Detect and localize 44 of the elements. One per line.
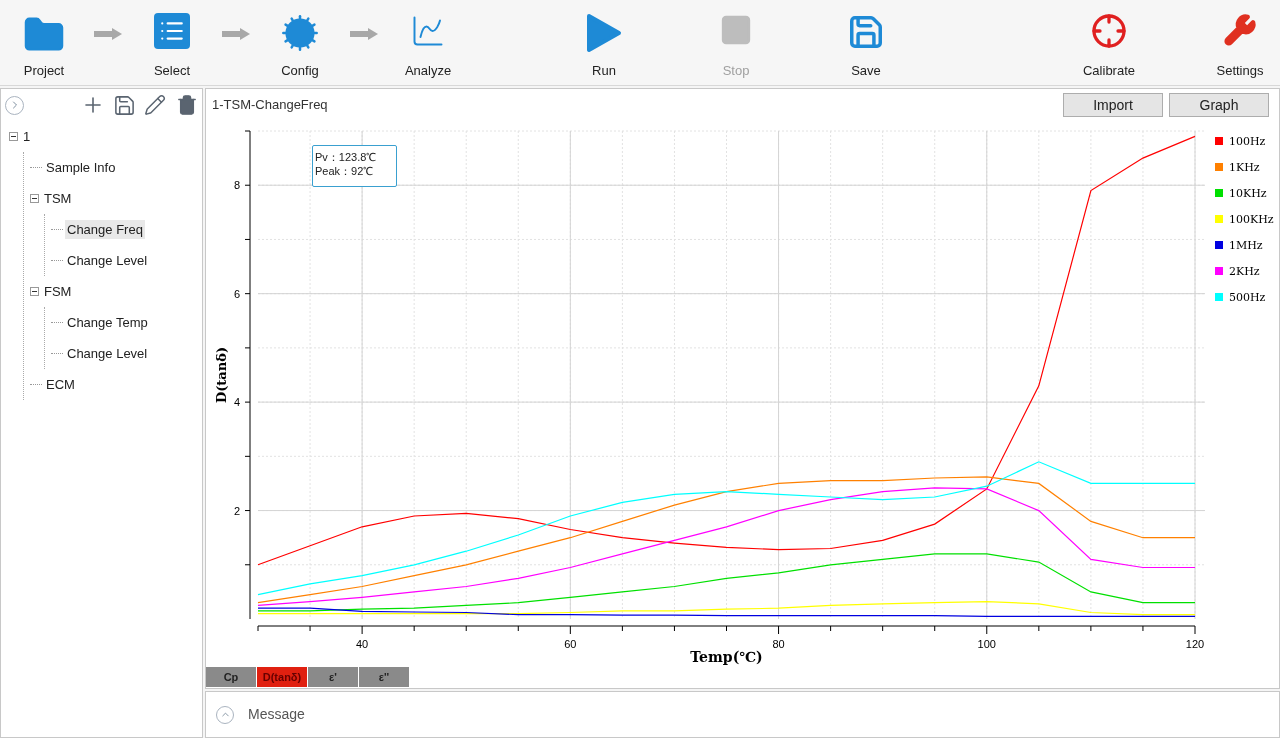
legend-label: 100Hz [1229, 135, 1266, 148]
chart-tab[interactable]: ε' [308, 667, 358, 687]
toolbar-button[interactable]: Config [274, 4, 326, 81]
readout-text: Pv：123.8℃ [315, 150, 378, 164]
tree-item[interactable]: TSM [42, 188, 74, 209]
axis-tick-label: 2 [233, 504, 240, 517]
tree-item[interactable]: Change Freq [65, 219, 145, 240]
tree-item[interactable]: Sample Info [44, 157, 118, 178]
legend-label: 1MHz [1229, 239, 1263, 252]
axis-tick-label: 60 [564, 638, 577, 650]
panel-title: 1-TSM-ChangeFreq [212, 96, 328, 115]
readout-text: Peak：92℃ [315, 164, 375, 178]
legend-label: 2KHz [1229, 265, 1260, 278]
panel-button[interactable]: Import [1063, 93, 1163, 117]
legend-label: 1KHz [1229, 161, 1260, 174]
toolbar-button[interactable]: Project [18, 4, 70, 81]
axis-tick-label: 100 [977, 638, 996, 650]
toolbar-button[interactable]: Settings [1205, 4, 1275, 81]
tree-item[interactable]: Change Temp [65, 312, 150, 333]
chart-tab[interactable]: ε'' [359, 667, 409, 687]
tree-item[interactable]: Change Level [65, 343, 150, 364]
legend-label: 500Hz [1229, 291, 1266, 304]
toolbar-button[interactable]: Select [146, 4, 198, 81]
x-axis-title: Temp(℃) [690, 649, 763, 665]
tree-item[interactable]: Change Level [65, 250, 150, 271]
legend-label: 10KHz [1229, 187, 1267, 200]
toolbar-button[interactable]: Calibrate [1074, 4, 1144, 81]
message-label: Message [248, 705, 305, 724]
tree-item[interactable]: FSM [42, 281, 74, 302]
toolbar-button[interactable]: Save [831, 4, 901, 81]
tree-item[interactable]: 1 [21, 126, 33, 147]
axis-tick-label: 8 [233, 179, 240, 192]
panel-button[interactable]: Graph [1169, 93, 1269, 117]
y-axis-title: D(tanδ) [214, 346, 229, 404]
axis-tick-label: 40 [356, 638, 369, 650]
toolbar-button[interactable]: Run [569, 4, 639, 81]
axis-tick-label: 4 [233, 396, 240, 409]
axis-tick-label: 120 [1185, 638, 1205, 650]
axis-tick-label: 6 [233, 287, 240, 300]
toolbar-button[interactable]: Analyze [402, 4, 454, 81]
tree-item[interactable]: ECM [44, 374, 77, 395]
axis-tick-label: 80 [772, 638, 785, 650]
legend-label: 100KHz [1229, 213, 1274, 226]
chart-tab[interactable]: Cp [206, 667, 256, 687]
